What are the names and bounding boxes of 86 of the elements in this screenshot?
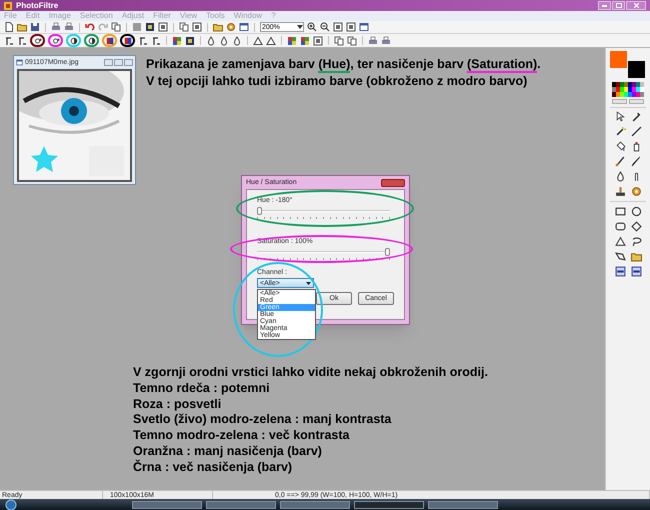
rounded-rectangle-icon[interactable] <box>614 221 626 232</box>
close-icon <box>634 3 638 8</box>
menu-item[interactable]: Edit <box>26 12 40 20</box>
window-icon[interactable] <box>16 58 23 66</box>
folder-icon[interactable] <box>630 251 642 262</box>
instruction-text: Roza : posvetli <box>133 396 222 412</box>
window-icon[interactable] <box>239 22 249 32</box>
menu-item[interactable]: File <box>4 12 17 20</box>
color-grid-icon[interactable] <box>172 36 182 46</box>
taskbar-button[interactable] <box>206 500 276 508</box>
taskbar-button[interactable] <box>354 500 424 508</box>
circle-icon[interactable] <box>630 206 642 217</box>
printer-icon[interactable] <box>381 36 391 46</box>
menu-item[interactable]: Filter <box>153 12 171 20</box>
window-title: PhotoFiltre <box>16 2 58 10</box>
taskbar-button[interactable] <box>428 500 498 508</box>
instruction-text: Temno modro-zelena : več kontrasta <box>133 428 350 444</box>
instruction-text: V tej opciji lahko tudi izbiramo barve (obkroženo z modro barvo) <box>146 73 528 90</box>
menu-item[interactable]: Adjust <box>122 12 144 20</box>
menu-item[interactable]: ? <box>271 12 276 20</box>
foreground-color-swatch[interactable] <box>610 51 627 68</box>
bucket-icon[interactable] <box>614 141 626 152</box>
pages-icon[interactable] <box>179 22 189 32</box>
polygon-icon[interactable] <box>614 251 626 262</box>
triangle-icon[interactable] <box>614 236 626 247</box>
instruction-text: Prikazana je zamenjava barv (Hue), ter nasičenje barv (Saturation). <box>146 56 541 73</box>
printer-icon[interactable] <box>51 22 61 32</box>
gamma-icon[interactable] <box>17 36 27 46</box>
menu-item[interactable]: Image <box>48 12 71 20</box>
gamma-icon[interactable] <box>4 36 14 46</box>
gear-icon[interactable] <box>630 186 642 197</box>
pencil-icon[interactable] <box>630 156 642 167</box>
maximize-icon <box>616 3 622 8</box>
lasso-icon[interactable] <box>630 236 642 247</box>
instruction-text: Črna : več nasičenja (barv) <box>133 460 294 476</box>
window-icon[interactable] <box>359 22 369 32</box>
undo-arrow-icon[interactable] <box>85 22 95 32</box>
menu-item[interactable]: Window <box>234 12 262 20</box>
pointer-icon[interactable] <box>614 111 626 122</box>
color-grid-icon[interactable] <box>287 36 297 46</box>
instruction-text: V zgornji orodni vrstici lahko vidite nekaj obkroženih orodij. <box>133 365 488 381</box>
wand-icon[interactable] <box>614 126 626 137</box>
slider-track[interactable] <box>257 207 390 215</box>
pages-icon[interactable] <box>111 22 121 32</box>
slider-thumb[interactable] <box>385 248 390 256</box>
gamma-icon[interactable] <box>151 36 161 46</box>
brush-icon[interactable] <box>614 156 626 167</box>
menu-item[interactable]: Tools <box>206 12 225 20</box>
half-circle-icon[interactable] <box>88 36 96 44</box>
printer-icon[interactable] <box>64 22 74 32</box>
half-circle-icon[interactable] <box>70 36 78 44</box>
printer-icon[interactable] <box>368 36 378 46</box>
gamma-icon[interactable] <box>138 36 148 46</box>
menu-item[interactable]: View <box>180 12 198 20</box>
color-grid-icon[interactable] <box>300 36 310 46</box>
instruction-text: Oranžna : manj nasičenja (barv) <box>133 444 323 460</box>
taskbar-button[interactable] <box>280 500 350 508</box>
slider-thumb[interactable] <box>257 207 262 215</box>
frame-icon[interactable] <box>192 22 202 32</box>
rectangle-icon[interactable] <box>614 206 626 217</box>
zoom-out-icon[interactable] <box>320 22 330 32</box>
close-button[interactable] <box>381 178 405 186</box>
dropdown-arrow-icon[interactable] <box>297 25 303 29</box>
pipette-icon[interactable] <box>630 111 642 122</box>
gear-icon[interactable] <box>226 22 236 32</box>
slider-track[interactable] <box>257 248 390 256</box>
start-button[interactable] <box>4 499 18 510</box>
minimize-icon <box>602 4 607 6</box>
bar-icon[interactable] <box>630 266 642 277</box>
app-icon <box>4 2 12 10</box>
instruction-text: Svetlo (živo) modro-zelena : manj kontrasta <box>133 412 392 428</box>
instruction-text: Temno rdeča : potemni <box>133 380 271 397</box>
taskbar-button[interactable] <box>132 500 202 508</box>
bar-icon[interactable] <box>614 266 626 277</box>
dropdown-arrow-icon <box>306 282 311 284</box>
menu-item[interactable]: Selection <box>80 12 113 20</box>
minimize-button[interactable] <box>598 1 611 10</box>
zoom-in-icon[interactable] <box>307 22 317 32</box>
diamond-icon[interactable] <box>630 221 642 232</box>
line-icon[interactable] <box>630 126 642 137</box>
maximize-button[interactable] <box>612 1 625 10</box>
frame-icon[interactable] <box>158 22 168 32</box>
drop-icon[interactable] <box>614 171 626 182</box>
background-color-swatch[interactable] <box>628 61 645 78</box>
stamp-icon[interactable] <box>614 186 626 197</box>
color-palette[interactable] <box>612 82 644 97</box>
